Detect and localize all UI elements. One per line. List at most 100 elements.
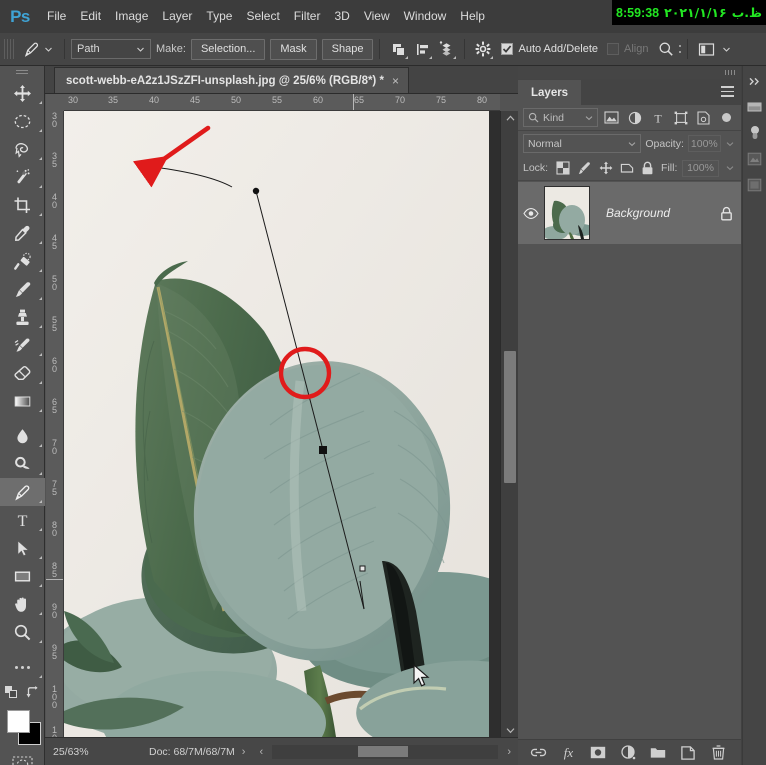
pen-tool[interactable] (0, 478, 45, 506)
horizontal-scrollbar[interactable] (272, 744, 499, 759)
crop-tool[interactable] (0, 191, 45, 219)
color-panel-button[interactable] (743, 94, 766, 120)
panel-dock-header[interactable] (518, 66, 741, 79)
workspace-dropdown-button[interactable] (718, 37, 734, 61)
status-next-arrow[interactable]: › (235, 746, 253, 758)
tab-layers[interactable]: Layers (518, 80, 582, 105)
canvas-vertical-scrollbar[interactable] (500, 111, 518, 737)
layer-row-background[interactable]: Background (518, 182, 741, 244)
menu-3d[interactable]: 3D (327, 0, 356, 33)
menu-image[interactable]: Image (108, 0, 155, 33)
make-mask-button[interactable]: Mask (270, 38, 317, 60)
scroll-down-arrow[interactable] (501, 723, 519, 737)
link-layers-button[interactable] (529, 744, 547, 762)
eraser-tool[interactable] (0, 359, 45, 387)
document-image[interactable] (64, 111, 489, 737)
gradient-tool[interactable] (0, 387, 45, 415)
path-arrangement-button[interactable] (434, 37, 458, 61)
status-prev-arrow[interactable]: ‹ (252, 746, 270, 758)
pen-settings-button[interactable] (471, 37, 495, 61)
menu-select[interactable]: Select (239, 0, 286, 33)
new-group-button[interactable] (649, 744, 667, 762)
filter-toggle-button[interactable] (717, 108, 736, 127)
lock-image-pixels-button[interactable] (576, 160, 592, 177)
spot-healing-tool[interactable] (0, 247, 45, 275)
current-tool-preview[interactable] (17, 40, 58, 59)
swap-colors-icon[interactable] (26, 685, 40, 699)
lasso-tool[interactable] (0, 135, 45, 163)
zoom-level-field[interactable]: 25/63% (45, 746, 107, 758)
opacity-value[interactable]: 100% (687, 135, 721, 152)
options-bar-grip[interactable] (4, 39, 14, 59)
brush-tool[interactable] (0, 275, 45, 303)
blur-tool[interactable] (0, 422, 45, 450)
path-alignment-button[interactable] (410, 37, 434, 61)
collapse-panels-button[interactable] (743, 68, 766, 94)
path-selection-tool[interactable] (0, 534, 45, 562)
new-layer-button[interactable] (679, 744, 697, 762)
default-colors-icon[interactable] (4, 685, 18, 699)
move-tool[interactable] (0, 79, 45, 107)
auto-add-delete-control[interactable]: Auto Add/Delete (495, 43, 598, 55)
type-tool[interactable]: T (0, 506, 45, 534)
lock-all-button[interactable] (640, 160, 656, 177)
dodge-tool[interactable] (0, 450, 45, 478)
filter-pixel-layers-button[interactable] (602, 108, 621, 127)
new-adjustment-layer-button[interactable] (619, 744, 637, 762)
layer-thumbnail[interactable] (544, 186, 590, 240)
filter-kind-select[interactable]: Kind (523, 108, 598, 127)
path-mode-select[interactable]: Path (71, 39, 151, 59)
scroll-up-arrow[interactable] (501, 111, 519, 125)
make-selection-button[interactable]: Selection... (190, 38, 266, 60)
layer-list[interactable]: Background (518, 181, 741, 739)
menu-filter[interactable]: Filter (287, 0, 328, 33)
opacity-stepper[interactable] (725, 135, 736, 152)
status-next-arrow-right[interactable]: › (500, 746, 518, 758)
document-tab[interactable]: scott-webb-eA2z1JSzZFI-unsplash.jpg @ 25… (54, 67, 409, 93)
path-operations-button[interactable] (386, 37, 410, 61)
quick-mask-button[interactable] (0, 751, 45, 765)
marquee-tool[interactable] (0, 107, 45, 135)
eyedropper-tool[interactable] (0, 219, 45, 247)
fill-stepper[interactable] (724, 160, 736, 177)
horizontal-scroll-thumb[interactable] (358, 746, 408, 757)
filter-adjustment-layers-button[interactable] (625, 108, 644, 127)
adjustments-panel-button[interactable] (743, 146, 766, 172)
menu-type[interactable]: Type (199, 0, 239, 33)
scroll-thumb[interactable] (504, 351, 516, 483)
lock-artboard-button[interactable] (619, 160, 635, 177)
menu-file[interactable]: File (40, 0, 73, 33)
menu-layer[interactable]: Layer (155, 0, 199, 33)
tools-panel-grip[interactable] (0, 66, 44, 79)
clone-stamp-tool[interactable] (0, 303, 45, 331)
lock-transparent-pixels-button[interactable] (555, 160, 571, 177)
close-tab-icon[interactable]: × (392, 74, 399, 88)
filter-shape-layers-button[interactable] (671, 108, 690, 127)
menu-window[interactable]: Window (397, 0, 454, 33)
menu-edit[interactable]: Edit (73, 0, 108, 33)
lock-position-button[interactable] (597, 160, 613, 177)
fill-value[interactable]: 100% (682, 159, 719, 177)
vertical-ruler[interactable]: 30 35 40 45 50 55 60 65 70 75 80 85 90 9… (46, 111, 64, 737)
filter-smart-objects-button[interactable] (694, 108, 713, 127)
menu-help[interactable]: Help (453, 0, 492, 33)
layer-visibility-toggle[interactable] (518, 207, 544, 219)
filter-type-layers-button[interactable]: T (648, 108, 667, 127)
layer-lock-indicator[interactable] (711, 206, 741, 221)
auto-add-delete-checkbox[interactable] (501, 43, 514, 55)
more-tools-button[interactable] (0, 653, 45, 681)
libraries-panel-button[interactable] (743, 172, 766, 198)
zoom-tool[interactable] (0, 618, 45, 646)
search-button[interactable] (654, 37, 678, 61)
rectangle-tool[interactable] (0, 562, 45, 590)
make-shape-button[interactable]: Shape (321, 38, 374, 60)
delete-layer-button[interactable] (709, 744, 727, 762)
canvas-area[interactable] (64, 111, 500, 737)
properties-panel-button[interactable] (743, 120, 766, 146)
horizontal-ruler[interactable]: 30 35 40 45 50 55 60 65 70 75 80 (64, 94, 500, 111)
layer-name[interactable]: Background (590, 206, 711, 220)
layer-style-button[interactable]: fx (559, 744, 577, 762)
panel-menu-icon[interactable] (721, 86, 734, 100)
magic-wand-tool[interactable] (0, 163, 45, 191)
blend-mode-select[interactable]: Normal (523, 134, 642, 153)
